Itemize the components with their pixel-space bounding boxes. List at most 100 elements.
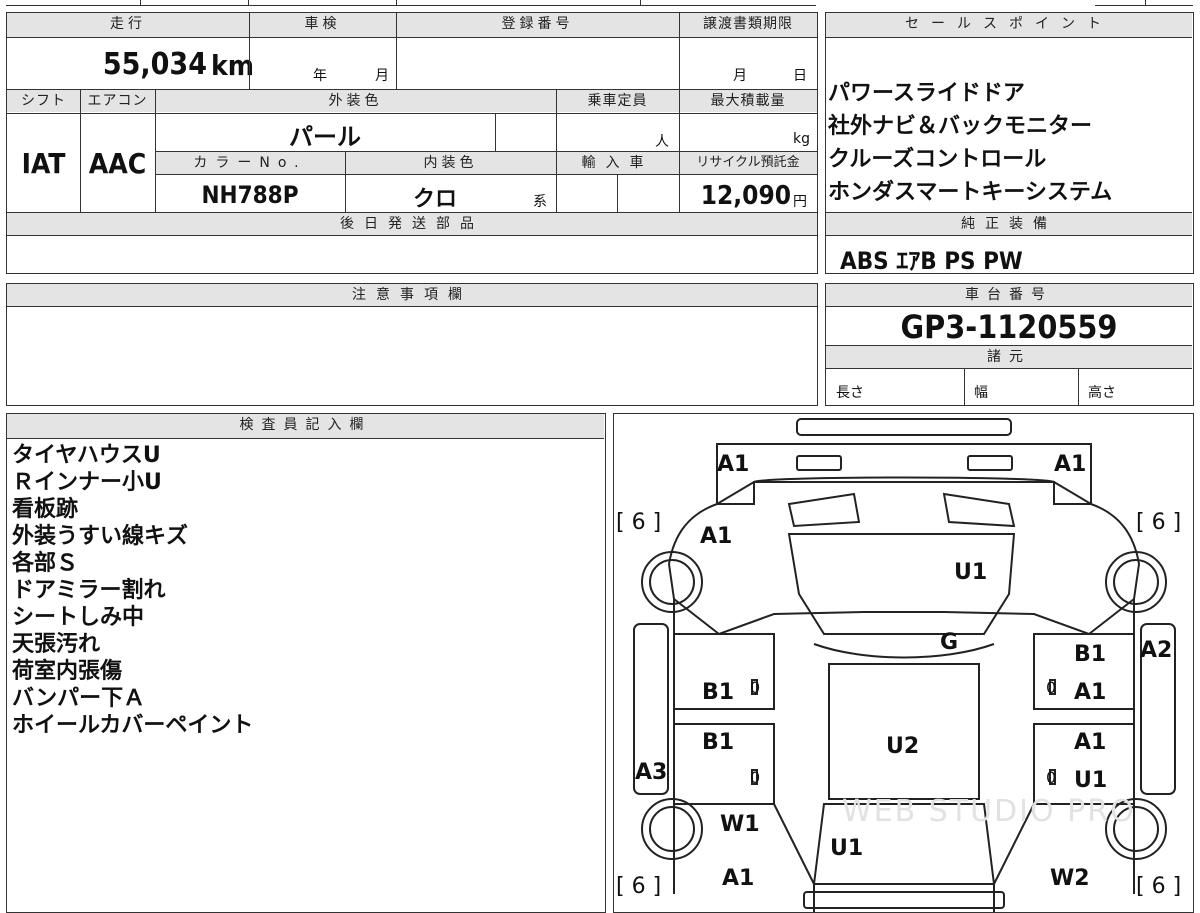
- recycle-unit: 円: [793, 194, 807, 210]
- shift-value: IAT: [21, 147, 66, 180]
- spec-length-label: 長さ: [836, 385, 864, 401]
- inspection-year-unit: 年: [313, 68, 327, 84]
- inspector-note: シートしみ中: [12, 605, 145, 630]
- mark-left-w1: W1: [720, 812, 760, 837]
- damage-diagram-panel: A1 A1 [ 6 ] [ 6 ] A1 U1 G B1 A2 B1 0 0 A…: [613, 413, 1194, 913]
- chassis-panel: 車台番号 GP3-1120559 諸元 長さ 幅 高さ: [825, 283, 1194, 406]
- sales-point-item: パワースライドドア: [828, 81, 1025, 106]
- inspector-note: タイヤハウスU: [12, 443, 161, 468]
- later-parts-label: 後日発送部品: [7, 213, 817, 235]
- color-no-label: カラーNo.: [155, 152, 345, 174]
- transfer-month-unit: 月: [733, 68, 747, 84]
- mark-right-b1: B1: [1074, 642, 1107, 667]
- inspector-note: 各部Ｓ: [12, 551, 79, 576]
- recycle-label: リサイクル預託金: [679, 152, 817, 174]
- sales-point-item: ホンダスマートキーシステム: [828, 180, 1113, 205]
- roof-outline: [828, 663, 980, 800]
- mark-left-zero-rear: 0: [750, 768, 761, 787]
- cowl-right: [942, 492, 1016, 528]
- import-label: 輸入車: [556, 152, 679, 174]
- mark-right-a2: A2: [1140, 638, 1173, 663]
- mark-front-right-a1: A1: [1054, 452, 1087, 477]
- rear-bumper-outline: [803, 891, 1005, 909]
- mark-rear-left-a1: A1: [722, 866, 755, 891]
- vehicle-info-table: 走行 車検 登録番号 譲渡書類期限 55,034 km 年 月 月 日 シフト …: [6, 12, 818, 274]
- recycle-fee-value: 12,090: [700, 181, 791, 211]
- inspector-note: 荷室内張傷: [12, 659, 123, 684]
- mark-right-zero-front: 0: [1046, 678, 1057, 697]
- color-no-value: NH788P: [201, 181, 299, 209]
- mark-right-zero-rear: 0: [1046, 768, 1057, 787]
- interior-color-label: 内装色: [345, 152, 556, 174]
- notes-panel: 注意事項欄: [6, 283, 818, 406]
- car-outline-diagram: [633, 418, 1176, 912]
- wheel-rear-left-inner: [649, 806, 695, 852]
- mark-right-a1-front: A1: [1074, 680, 1107, 705]
- transfer-day-unit: 日: [793, 68, 807, 84]
- front-end-outline: [716, 443, 1092, 505]
- mark-tire-rr: [ 6 ]: [1136, 874, 1182, 899]
- front-bumper-outline: [796, 418, 1012, 436]
- inspection-month-unit: 月: [375, 68, 389, 84]
- inspector-note: ホイールカバーペイント: [12, 713, 254, 738]
- mark-rear-right-w2: W2: [1050, 866, 1090, 891]
- mark-right-u1-rear: U1: [1074, 768, 1108, 793]
- mark-rear-u1: U1: [830, 836, 864, 861]
- headlight-right: [967, 455, 1013, 471]
- mileage-label: 走行: [7, 13, 249, 37]
- notes-label: 注意事項欄: [7, 284, 817, 306]
- mark-left-zero-front: 0: [750, 678, 761, 697]
- interior-suffix: 系: [533, 194, 547, 210]
- aircon-value: AAC: [88, 147, 147, 180]
- max-load-unit: kg: [793, 131, 810, 147]
- inspector-notes-list: タイヤハウスU Ｒインナー小U 看板跡 外装うすい線キズ 各部Ｓ ドアミラー割れ…: [12, 442, 253, 739]
- chassis-number: GP3-1120559: [900, 308, 1118, 346]
- genuine-equipment-label: 純正装備: [826, 213, 1192, 235]
- mark-fender-left-a1: A1: [700, 524, 733, 549]
- inspector-note: 外装うすい線キズ: [12, 524, 189, 549]
- sales-points-list: パワースライドドア 社外ナビ＆バックモニター クルーズコントロール ホンダスマー…: [828, 77, 1112, 209]
- spec-width-label: 幅: [974, 385, 988, 401]
- capacity-unit: 人: [655, 134, 669, 150]
- capacity-label: 乗車定員: [556, 90, 679, 112]
- registration-label: 登録番号: [396, 13, 679, 37]
- mileage-number: 55,034: [102, 47, 207, 82]
- sales-points-label: セールスポイント: [826, 13, 1192, 37]
- shift-label: シフト: [7, 90, 80, 112]
- mark-front-left-a1: A1: [717, 452, 750, 477]
- mileage-unit: km: [211, 49, 254, 82]
- mark-tire-fr: [ 6 ]: [1136, 510, 1182, 535]
- inspector-note: 天張汚れ: [12, 632, 101, 657]
- sales-points-panel: セールスポイント パワースライドドア 社外ナビ＆バックモニター クルーズコントロ…: [825, 12, 1194, 275]
- mark-hood-u1: U1: [954, 560, 988, 585]
- chassis-label: 車台番号: [826, 284, 1192, 306]
- sales-point-item: 社外ナビ＆バックモニター: [828, 114, 1093, 139]
- mark-left-a3: A3: [635, 760, 668, 785]
- mileage-value: 55,034: [7, 47, 207, 82]
- mark-left-b1-front: B1: [702, 680, 735, 705]
- top-strip: [0, 0, 1200, 8]
- rear-hatch-outline: [773, 803, 815, 912]
- max-load-label: 最大積載量: [679, 90, 817, 112]
- mark-left-b1-rear: B1: [702, 730, 735, 755]
- aircon-label: エアコン: [80, 90, 155, 112]
- inspector-note: 看板跡: [12, 497, 79, 522]
- headlight-left: [796, 455, 842, 471]
- exterior-color-value: パール: [289, 123, 361, 151]
- transfer-deadline-label: 譲渡書類期限: [679, 13, 817, 37]
- genuine-equipment-value: ABS ｴｱB PS PW: [840, 247, 1023, 275]
- interior-color-value: クロ: [412, 187, 457, 212]
- specs-label: 諸元: [826, 346, 1192, 368]
- inspector-note: Ｒインナー小U: [12, 470, 162, 495]
- mark-right-a1-rear: A1: [1074, 730, 1107, 755]
- inspector-note: バンパー下Ａ: [12, 686, 146, 711]
- inspector-note: ドアミラー割れ: [12, 578, 166, 603]
- watermark: WEB STUDIO PRO: [842, 794, 1136, 829]
- sales-point-item: クルーズコントロール: [828, 147, 1047, 172]
- cowl-left: [787, 492, 861, 528]
- mark-tire-rl: [ 6 ]: [616, 874, 662, 899]
- hood-outline: [667, 476, 1141, 636]
- spec-height-label: 高さ: [1088, 385, 1116, 401]
- inspection-label: 車検: [249, 13, 396, 37]
- exterior-color-label: 外装色: [155, 90, 556, 112]
